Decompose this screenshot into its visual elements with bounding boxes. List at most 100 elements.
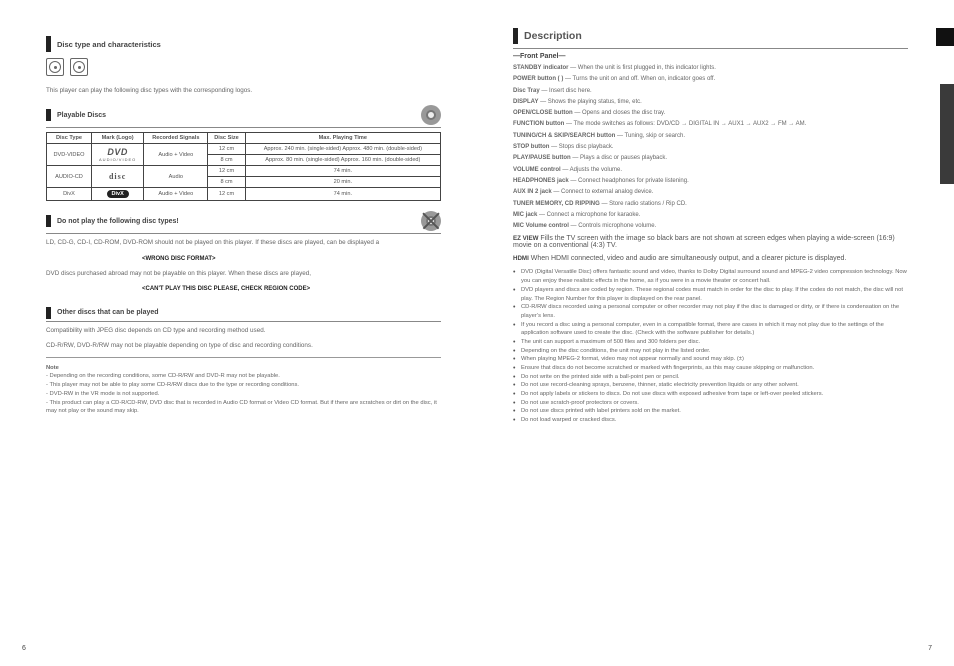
front-item: FUNCTION button — The mode switches as f…	[513, 120, 908, 129]
divider	[46, 357, 441, 358]
cell-size: 8 cm	[208, 177, 245, 188]
front-item: TUNER MEMORY, CD RIPPING — Store radio s…	[513, 200, 908, 209]
cell-size: 12 cm	[208, 166, 245, 177]
cell-type: DVD-VIDEO	[47, 144, 92, 166]
front-item: VOLUME control — Adjusts the volume.	[513, 166, 908, 175]
other-body2: CD-R/RW, DVD-R/RW may not be playable de…	[46, 341, 441, 350]
th-logo: Mark (Logo)	[92, 133, 144, 144]
playable-header: Playable Discs	[57, 112, 106, 119]
bullet-item: If you record a disc using a personal co…	[513, 321, 908, 338]
cell-time: 74 min.	[245, 188, 440, 201]
cell-logo: DivX	[92, 188, 144, 201]
cell-type: DivX	[47, 188, 92, 201]
notplay-header: Do not play the following disc types!	[57, 218, 179, 225]
cell-signal: Audio + Video	[144, 144, 208, 166]
edge-tab-side-icon	[940, 84, 954, 184]
bullet-item: Ensure that discs do not become scratche…	[513, 364, 908, 373]
cell-time: Approx. 240 min. (single-sided) Approx. …	[245, 144, 440, 155]
note-item: This product can play a CD-R/CD-RW, DVD …	[46, 399, 441, 416]
front-item: STOP button — Stops disc playback.	[513, 143, 908, 152]
th-time: Max. Playing Time	[245, 133, 440, 144]
bullet-item: Depending on the disc conditions, the un…	[513, 347, 908, 356]
bullet-item: Do not use record-cleaning sprays, benze…	[513, 381, 908, 390]
disc-bullets: DVD (Digital Versatile Disc) offers fant…	[513, 268, 908, 424]
other-header: Other discs that can be played	[57, 309, 159, 316]
note-item: This player may not be able to play some…	[46, 381, 441, 390]
cell-time: 74 min.	[245, 166, 440, 177]
disc-table: Disc Type Mark (Logo) Recorded Signals D…	[46, 132, 441, 201]
playable-header-row: Playable Discs	[46, 105, 441, 128]
front-panel-heading: —Front Panel—	[513, 53, 908, 60]
note-item: Depending on the recording conditions, s…	[46, 372, 441, 381]
notplay-header-row: Do not play the following disc types!	[46, 211, 441, 234]
table-row: DVD-VIDEO DVDAUDIO/VIDEO Audio + Video 1…	[47, 144, 441, 155]
front-item: TUNING/CH & SKIP/SEARCH button — Tuning,…	[513, 132, 908, 141]
cell-type: AUDIO-CD	[47, 166, 92, 188]
cell-signal: Audio	[144, 166, 208, 188]
front-item: POWER button ( ) — Turns the unit on and…	[513, 75, 908, 84]
front-panel-list: STANDBY indicator — When the unit is fir…	[513, 64, 908, 231]
left-title-row: Disc type and characteristics	[46, 36, 441, 52]
bullet-item: Do not use discs printed with label prin…	[513, 407, 908, 416]
hdmi-title: HDMI	[513, 255, 529, 262]
front-item: DISPLAY — Shows the playing status, time…	[513, 98, 908, 107]
table-row: AUDIO-CD disc Audio 12 cm 74 min.	[47, 166, 441, 177]
other-body1: Compatibility with JPEG disc depends on …	[46, 326, 441, 335]
page-number-right: 7	[928, 645, 932, 652]
section-mark-icon	[46, 109, 51, 121]
cell-time: Approx. 80 min. (single-sided) Approx. 1…	[245, 155, 440, 166]
left-title: Disc type and characteristics	[57, 40, 161, 49]
front-item: AUX IN 2 jack — Connect to external anal…	[513, 188, 908, 197]
section-mark-icon	[46, 307, 51, 319]
section-mark-icon	[46, 215, 51, 227]
front-item: MIC jack — Connect a microphone for kara…	[513, 211, 908, 220]
bullet-item: Do not write on the printed side with a …	[513, 373, 908, 382]
bullet-item: Do not load warped or cracked discs.	[513, 416, 908, 425]
cell-time: 20 min.	[245, 177, 440, 188]
front-item: STANDBY indicator — When the unit is fir…	[513, 64, 908, 73]
cell-logo: DVDAUDIO/VIDEO	[92, 144, 144, 166]
notplay-intro1: LD, CD-G, CD-I, CD-ROM, DVD-ROM should n…	[46, 238, 441, 247]
page-left: Disc type and characteristics This playe…	[0, 0, 477, 666]
bullet-item: The unit can support a maximum of 500 fi…	[513, 338, 908, 347]
section-mark-icon	[513, 28, 518, 44]
notplay-intro2: DVD discs purchased abroad may not be pl…	[46, 269, 441, 278]
front-item: OPEN/CLOSE button — Opens and closes the…	[513, 109, 908, 118]
front-item: HEADPHONES jack — Connect headphones for…	[513, 177, 908, 186]
warn-wrong-format: <WRONG DISC FORMAT>	[142, 254, 441, 265]
front-item: MIC Volume control — Controls microphone…	[513, 222, 908, 231]
cell-size: 12 cm	[208, 144, 245, 155]
hdmi-block: HDMI When HDMI connected, video and audi…	[513, 255, 908, 262]
right-title-row: Description	[513, 28, 908, 49]
bullet-item: Do not apply labels or stickers to discs…	[513, 390, 908, 399]
disc-icon	[70, 58, 88, 76]
th-size: Disc Size	[208, 133, 245, 144]
disc-no-icon	[421, 211, 441, 231]
bullet-item: When playing MPEG-2 format, video may no…	[513, 355, 908, 364]
cell-signal: Audio + Video	[144, 188, 208, 201]
cell-logo: disc	[92, 166, 144, 188]
ezview-body: Fills the TV screen with the image so bl…	[513, 235, 895, 249]
cell-size: 8 cm	[208, 155, 245, 166]
page-number-left: 6	[22, 645, 26, 652]
notes-block: Note Depending on the recording conditio…	[46, 364, 441, 416]
bullet-item: Do not use scratch-proof protectors or c…	[513, 399, 908, 408]
th-type: Disc Type	[47, 133, 92, 144]
bullet-item: DVD players and discs are coded by regio…	[513, 286, 908, 303]
table-row: DivX DivX Audio + Video 12 cm 74 min.	[47, 188, 441, 201]
th-signal: Recorded Signals	[144, 133, 208, 144]
ezview-block: EZ VIEW Fills the TV screen with the ima…	[513, 235, 908, 249]
disc-icon	[46, 58, 64, 76]
front-item: PLAY/PAUSE button — Plays a disc or paus…	[513, 154, 908, 163]
note-item: DVD-RW in the VR mode is not supported.	[46, 390, 441, 399]
disc-icon-row	[46, 58, 441, 76]
cell-size: 12 cm	[208, 188, 245, 201]
left-intro: This player can play the following disc …	[46, 86, 441, 95]
bullet-item: DVD (Digital Versatile Disc) offers fant…	[513, 268, 908, 285]
warn-region-code: <CAN'T PLAY THIS DISC PLEASE, CHECK REGI…	[142, 284, 441, 295]
bullet-item: CD-R/RW discs recorded using a personal …	[513, 303, 908, 320]
section-mark-icon	[46, 36, 51, 52]
hdmi-body: When HDMI connected, video and audio are…	[531, 255, 847, 262]
edge-tab-icon	[936, 28, 954, 46]
page-right: Description —Front Panel— STANDBY indica…	[477, 0, 954, 666]
